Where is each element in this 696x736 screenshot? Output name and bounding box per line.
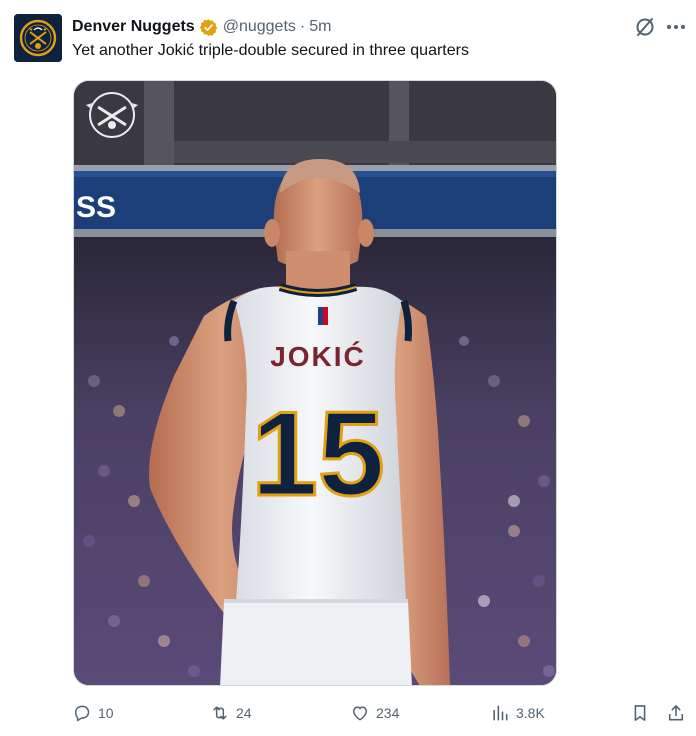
timestamp[interactable]: 5m <box>309 18 331 36</box>
reply-button[interactable]: 10 <box>72 700 114 726</box>
photo-jokic-back: SS JOKIĆ 15 <box>74 81 556 685</box>
tweet-actions: 10 24 234 3.8K <box>72 700 692 726</box>
views-bar-chart-icon <box>493 705 508 721</box>
repost-count: 24 <box>236 705 252 721</box>
bookmark-icon <box>634 705 646 721</box>
share-button[interactable] <box>666 700 686 726</box>
jersey-number: 15 <box>251 387 384 521</box>
nuggets-logo-icon <box>14 14 62 62</box>
share-icon <box>668 705 684 721</box>
heart-icon <box>353 706 367 721</box>
views-button[interactable]: 3.8K <box>490 700 545 726</box>
separator-dot: · <box>299 18 306 35</box>
tweet: Denver Nuggets @nuggets · 5m Yet another… <box>0 0 696 736</box>
like-button[interactable]: 234 <box>350 700 399 726</box>
reply-count: 10 <box>98 705 114 721</box>
reply-icon <box>75 705 90 722</box>
verified-badge-icon[interactable] <box>199 18 218 37</box>
author-handle[interactable]: @nuggets <box>223 18 296 36</box>
signage-text: SS <box>76 191 116 224</box>
repost-icon <box>213 706 227 720</box>
author-name[interactable]: Denver Nuggets <box>72 18 195 36</box>
grok-icon[interactable] <box>633 15 657 39</box>
tweet-photo[interactable]: SS JOKIĆ 15 <box>73 80 557 686</box>
tweet-header: Denver Nuggets @nuggets · 5m <box>72 16 331 38</box>
repost-button[interactable]: 24 <box>210 700 252 726</box>
avatar[interactable] <box>14 14 62 62</box>
more-dots-icon[interactable] <box>664 15 688 39</box>
jersey-name: JOKIĆ <box>270 341 366 372</box>
views-count: 3.8K <box>516 705 545 721</box>
tweet-text: Yet another Jokić triple-double secured … <box>72 42 469 59</box>
like-count: 234 <box>376 705 400 721</box>
bookmark-button[interactable] <box>630 700 650 726</box>
